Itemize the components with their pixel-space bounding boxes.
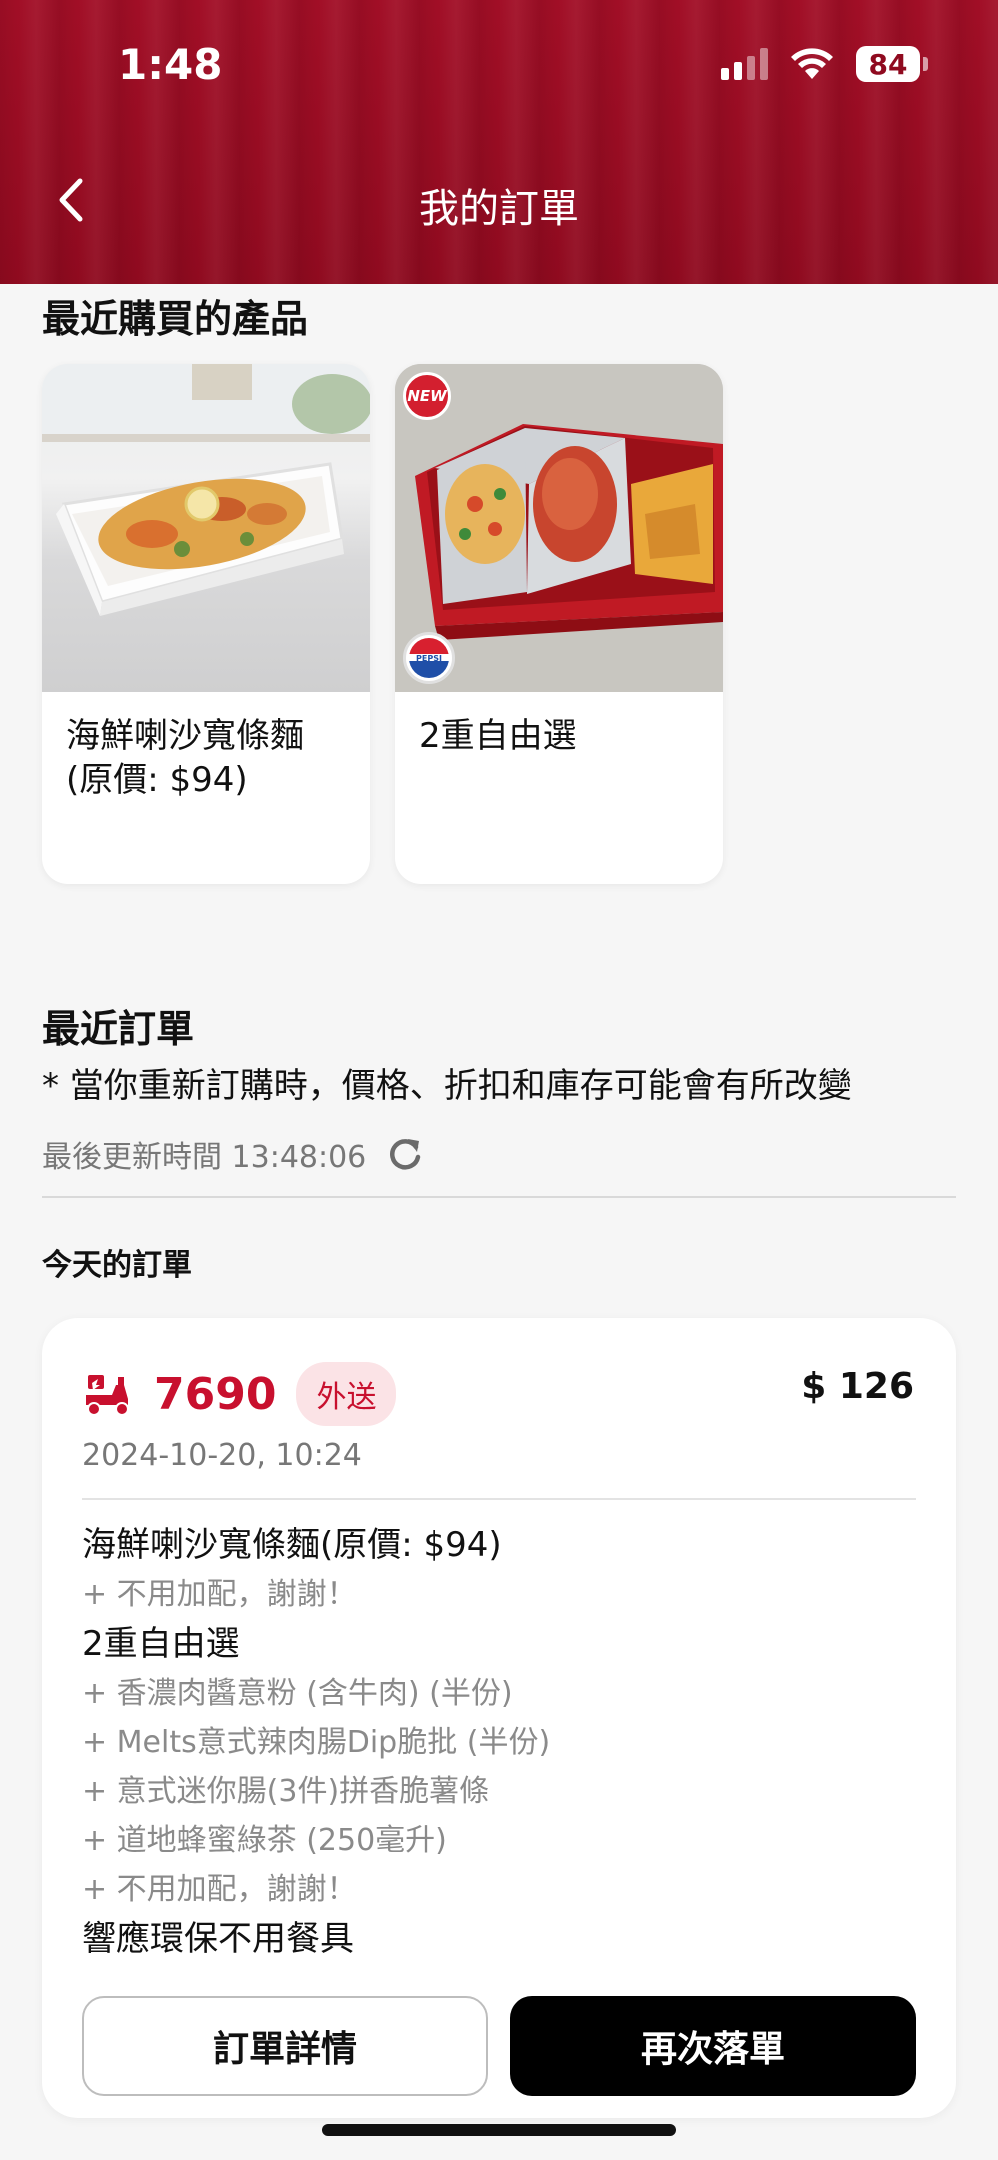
order-card[interactable]: 7690 外送 $ 126 2024-10-20, 10:24 海鮮喇沙寬條麵(… [42,1318,956,2118]
wifi-icon [791,48,833,79]
order-type-badge: 外送 [296,1362,397,1426]
order-items: 海鮮喇沙寬條麵(原價: $94) + 不用加配，謝謝！ 2重自由選 + 香濃肉醬… [82,1520,916,1964]
refresh-icon[interactable] [386,1135,424,1173]
home-indicator[interactable] [322,2124,676,2136]
new-badge-label: NEW [407,387,447,405]
order-total: $ 126 [801,1366,914,1407]
order-item: 響應環保不用餐具 [82,1919,354,1959]
order-item-option: + Melts意式辣肉腸Dip脆批 (半份) [82,1725,551,1760]
recent-products-title: 最近購買的產品 [42,297,309,341]
order-item-option: + 香濃肉醬意粉 (含牛肉) (半份) [82,1676,513,1711]
product-name: 海鮮喇沙寬條麵(原價: $94) [66,716,304,800]
order-item: 海鮮喇沙寬條麵(原價: $94) [82,1525,502,1565]
pepsi-badge: PEPSI [403,632,455,684]
last-updated: 最後更新時間 13:48:06 [42,1132,424,1176]
order-date: 2024-10-20, 10:24 [82,1438,362,1473]
product-name: 2重自由選 [419,716,577,756]
order-item: 2重自由選 [82,1624,240,1664]
reorder-button[interactable]: 再次落單 [510,1996,916,2096]
delivery-scooter-icon [86,1375,129,1416]
order-header: 7690 外送 [82,1362,397,1426]
reorder-note: * 當你重新訂購時，價格、折扣和庫存可能會有所改變 [42,1066,852,1106]
recent-orders-title: 最近訂單 [42,1007,195,1051]
last-updated-text: 最後更新時間 13:48:06 [42,1140,367,1175]
product-image-laksa [42,364,370,692]
order-divider [82,1498,916,1500]
product-card-combo[interactable]: NEW PEPSI 2重自由選 [395,364,723,884]
status-icons: 84 [721,46,928,82]
section-divider [42,1196,956,1198]
order-number: 7690 [154,1368,277,1420]
signal-icon [721,48,768,80]
product-card-laksa[interactable]: 海鮮喇沙寬條麵(原價: $94) [42,364,370,884]
new-badge: NEW [403,372,451,420]
order-detail-button[interactable]: 訂單詳情 [82,1996,488,2096]
status-time: 1:48 [118,40,223,89]
battery-level: 84 [856,46,920,82]
pepsi-label: PEPSI [416,653,442,663]
order-item-option: + 意式迷你腸(3件)拼香脆薯條 [82,1774,490,1809]
battery-icon: 84 [856,46,928,82]
page-title: 我的訂單 [419,186,579,232]
order-item-option: + 不用加配，謝謝！ [82,1577,357,1612]
order-item-option: + 不用加配，謝謝！ [82,1872,357,1907]
app-header: 1:48 84 我的訂單 [0,0,998,284]
today-orders-label: 今天的訂單 [42,1248,192,1283]
order-item-option: + 道地蜂蜜綠茶 (250毫升) [82,1823,447,1858]
product-image-combo: NEW PEPSI [395,364,723,692]
